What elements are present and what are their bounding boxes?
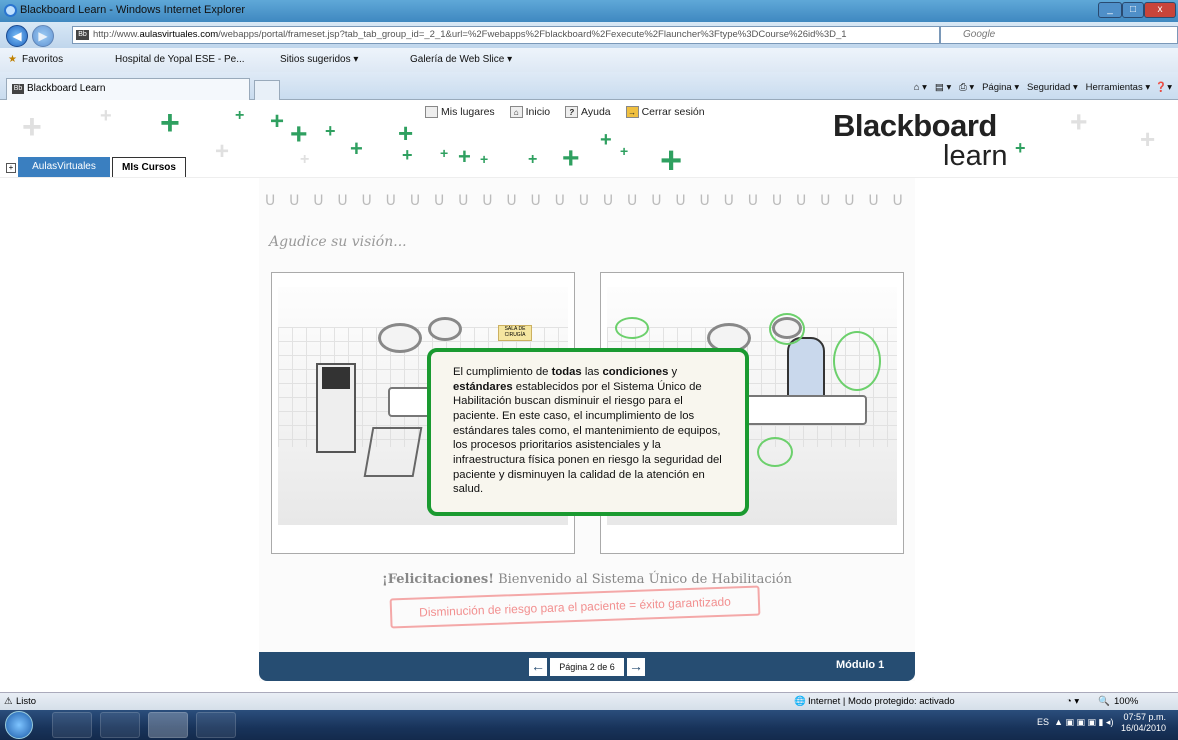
module-label: Módulo 1 [836,659,885,671]
window-titlebar: Blackboard Learn - Windows Internet Expl… [0,0,1178,22]
explorer-taskbar-icon[interactable] [52,712,92,738]
zone-settings-icon[interactable]: ◔ ▾ [1066,696,1079,707]
status-text: Listo [16,696,37,707]
clock-date[interactable]: 16/04/2010 [1121,723,1166,733]
globe-icon: 🌐 [794,696,806,707]
tab-aulasvirtuales[interactable]: AulasVirtuales [18,157,110,177]
clock-time[interactable]: 07:57 p.m. [1123,712,1166,722]
language-indicator[interactable]: ES [1037,717,1049,727]
close-button[interactable]: x [1144,2,1176,18]
bb-toplinks: Mis lugares ⌂ Inicio ? Ayuda → Cerrar sesió… [425,106,717,119]
marked-circle [769,313,805,345]
marked-circle [833,331,881,391]
search-placeholder: Google [963,29,996,40]
star-icon: ★ [8,54,17,65]
ie-icon [4,4,17,17]
zoom-icon: 🔍 [1098,696,1110,707]
window-title: Blackboard Learn - Windows Internet Expl… [20,4,245,16]
new-tab-button[interactable] [254,80,280,100]
help-icon[interactable]: ❓▾ [1155,82,1172,93]
home-icon: ⌂ [509,106,523,119]
tab-favicon: Bb [12,84,24,94]
menu-herramientas[interactable]: Herramientas ▾ [1086,82,1150,93]
url-prefix: http://www. [93,29,140,40]
bb-logo-plus-icon: + [1015,138,1026,158]
start-button[interactable] [5,711,33,739]
status-bar: ⚠ Listo 🌐 Internet | Modo protegido: act… [0,692,1178,710]
risk-stamp: Disminución de riesgo para el paciente =… [389,585,761,629]
word-taskbar-icon[interactable] [196,712,236,738]
link-mis-lugares[interactable]: Mis lugares [425,106,501,119]
url-rest: /webapps/portal/frameset.jsp?tab_tab_gro… [218,29,847,40]
forward-button[interactable]: ▶ [32,25,54,47]
search-input[interactable]: Google [940,26,1178,44]
tab-label: Blackboard Learn [27,83,106,94]
expand-icon[interactable]: + [6,163,16,173]
menu-pagina[interactable]: Página ▾ [982,82,1019,93]
info-popup: El cumplimiento de todas las condiciones… [427,348,749,516]
browser-tab[interactable]: Bb Blackboard Learn [6,78,250,100]
browser-tabbar: Bb Blackboard Learn ⌂ ▾ ▤ ▾ ⎙ ▾ Página ▾ … [0,72,1178,100]
blackboard-header: + + + + + + + + + + + + + + + + + + + + … [0,100,1178,178]
mediaplayer-taskbar-icon[interactable] [100,712,140,738]
places-icon [425,106,438,119]
link-ayuda[interactable]: ? Ayuda [565,106,617,119]
taskbar: ES ▲ ▣ ▣ ▣ ▮ ◂) 07:57 p.m. 16/04/2010 [0,710,1178,740]
feeds-icon[interactable]: ▤ ▾ [935,82,951,93]
warning-icon: ⚠ [4,696,13,707]
module-heading: Agudice su visión... [269,234,407,250]
next-page-button[interactable]: → [627,658,645,676]
content-area: ᑌ ᑌ ᑌ ᑌ ᑌ ᑌ ᑌ ᑌ ᑌ ᑌ ᑌ ᑌ ᑌ ᑌ ᑌ ᑌ ᑌ ᑌ ᑌ ᑌ … [0,178,1178,692]
fav-item-sitios[interactable]: Sitios sugeridos ▾ [280,54,358,65]
print-icon[interactable]: ⎙ ▾ [959,82,974,93]
logout-icon: → [625,106,639,119]
tab-mis-cursos[interactable]: MIs Cursos [112,157,186,177]
congrats-text: ¡Felicitaciones! Bienvenido al Sistema Ú… [382,572,792,587]
address-input[interactable]: Bb http://www.aulasvirtuales.com/webapps… [72,26,940,44]
binder-rings: ᑌ ᑌ ᑌ ᑌ ᑌ ᑌ ᑌ ᑌ ᑌ ᑌ ᑌ ᑌ ᑌ ᑌ ᑌ ᑌ ᑌ ᑌ ᑌ ᑌ … [265,192,909,206]
marked-circle [615,317,649,339]
room-sign: SALA DE CIRUGÍA [498,325,532,341]
security-zone[interactable]: Internet | Modo protegido: activado [808,696,955,707]
maximize-button[interactable]: □ [1122,2,1144,18]
link-cerrar-sesion[interactable]: → Cerrar sesión [625,106,711,119]
ie-taskbar-icon[interactable] [148,712,188,738]
prev-page-button[interactable]: ← [529,658,547,676]
minimize-button[interactable]: _ [1098,2,1122,18]
address-toolbar: ◀ ▶ Bb http://www.aulasvirtuales.com/web… [0,22,1178,48]
bb-logo-bottom: learn [943,140,1008,172]
favorites-button[interactable]: Favoritos [22,54,63,65]
command-bar: ⌂ ▾ ▤ ▾ ⎙ ▾ Página ▾ Seguridad ▾ Herrami… [914,82,1172,93]
favorites-bar: ★ Favoritos Hospital de Yopal ESE - Pe..… [0,48,1178,72]
module-nav: ← Página 2 de 6 → Módulo 1 [259,652,915,681]
system-tray: ES ▲ ▣ ▣ ▣ ▮ ◂) 07:57 p.m. 16/04/2010 [1037,712,1166,733]
help-icon: ? [565,106,579,119]
back-button[interactable]: ◀ [6,25,28,47]
bb-logo-top: Blackboard [833,108,997,143]
menu-seguridad[interactable]: Seguridad ▾ [1027,82,1078,93]
home-icon[interactable]: ⌂ ▾ [914,82,927,93]
link-inicio[interactable]: ⌂ Inicio [509,106,557,119]
page-indicator: Página 2 de 6 [550,658,624,676]
site-favicon: Bb [76,30,89,40]
zoom-level[interactable]: 100% [1114,696,1138,707]
marked-circle [757,437,793,467]
learning-module: ᑌ ᑌ ᑌ ᑌ ᑌ ᑌ ᑌ ᑌ ᑌ ᑌ ᑌ ᑌ ᑌ ᑌ ᑌ ᑌ ᑌ ᑌ ᑌ ᑌ … [259,178,915,681]
fav-item-hospital[interactable]: Hospital de Yopal ESE - Pe... [115,54,245,65]
fav-item-galeria[interactable]: Galería de Web Slice ▾ [410,54,512,65]
url-domain: aulasvirtuales.com [139,29,219,40]
